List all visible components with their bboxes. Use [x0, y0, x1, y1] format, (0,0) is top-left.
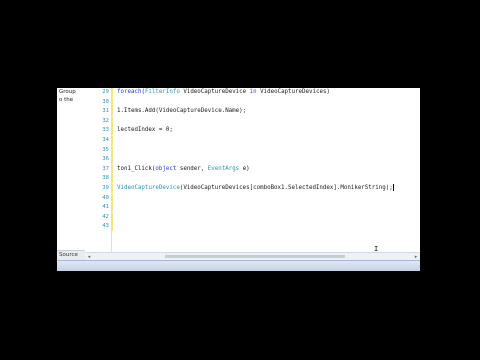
- change-marker: [111, 126, 113, 136]
- line-number: 33: [102, 127, 109, 134]
- code-token: VideoCaptureDevices): [256, 89, 330, 95]
- change-marker: [111, 193, 113, 203]
- line-number: 30: [102, 98, 109, 105]
- status-bar: [57, 260, 420, 271]
- code-line[interactable]: 36: [85, 155, 420, 165]
- code-line[interactable]: 42: [85, 212, 420, 222]
- change-marker: [111, 164, 113, 174]
- screen: Group o the Source 29 foreach(FilterInfo …: [57, 0, 420, 360]
- code-line[interactable]: 38: [85, 174, 420, 184]
- change-marker: [111, 116, 113, 126]
- text-caret: [392, 184, 394, 191]
- code-text: ton1_Click(object sender, EventArgs e): [117, 165, 250, 174]
- line-number: 32: [102, 117, 109, 124]
- code-line[interactable]: 40: [85, 193, 420, 203]
- change-marker: [111, 145, 113, 155]
- code-line[interactable]: 34: [85, 136, 420, 145]
- code-token: ton1_Click(: [117, 165, 156, 172]
- change-marker: [111, 97, 113, 107]
- code-token: e): [239, 165, 250, 172]
- code-token: FilterInfo: [144, 89, 180, 95]
- code-token: sender,: [176, 165, 208, 172]
- change-marker: [111, 203, 113, 213]
- panel-bottom-tab[interactable]: Source: [57, 250, 85, 260]
- change-marker: [111, 155, 113, 165]
- code-line[interactable]: 41: [85, 203, 420, 213]
- scrollbar-thumb[interactable]: [165, 255, 345, 258]
- code-token: EventArgs: [207, 165, 240, 172]
- line-number: 31: [102, 108, 109, 115]
- change-marker: [111, 88, 113, 97]
- change-marker: [111, 222, 113, 232]
- code-editor[interactable]: 29 foreach(FilterInfo VideoCaptureDevice …: [85, 88, 420, 252]
- line-number: 29: [102, 89, 109, 95]
- code-token: 1.Items.Add(VideoCaptureDevice.Name);: [117, 108, 247, 115]
- code-token: object: [155, 165, 177, 172]
- code-token: VideoCaptureDevice: [179, 89, 250, 95]
- panel-tab-label: Source: [59, 252, 78, 258]
- code-line[interactable]: 30: [85, 97, 420, 107]
- line-number: 39: [102, 185, 109, 191]
- change-marker: [111, 174, 113, 184]
- line-number: 43: [102, 223, 109, 230]
- line-number: 41: [102, 204, 109, 211]
- code-text: 1.Items.Add(VideoCaptureDevice.Name);: [117, 107, 246, 116]
- line-number: 40: [102, 194, 109, 201]
- panel-text-2: o the: [59, 97, 74, 103]
- line-number: 36: [102, 156, 109, 163]
- code-token: foreach: [117, 89, 142, 95]
- line-number: 38: [102, 175, 109, 182]
- code-line[interactable]: 37 ton1_Click(object sender, EventArgs e): [85, 164, 420, 174]
- code-line[interactable]: 35: [85, 145, 420, 155]
- change-marker: [111, 107, 113, 117]
- code-line[interactable]: 32: [85, 116, 420, 126]
- code-token: (VideoCaptureDevices[comboBox1.SelectedI…: [179, 185, 393, 191]
- change-marker: [111, 136, 113, 145]
- change-marker: [111, 184, 113, 193]
- code-text: lectedIndex = 0;: [117, 126, 173, 135]
- code-token: lectedIndex = 0;: [117, 127, 173, 134]
- code-line[interactable]: 29 foreach(FilterInfo VideoCaptureDevice …: [85, 88, 420, 97]
- change-marker: [111, 212, 113, 222]
- panel-text-1: Group: [59, 89, 76, 95]
- code-text: VideoCaptureDevice(VideoCaptureDevices[c…: [117, 184, 394, 193]
- line-number: 34: [102, 137, 109, 143]
- code-token: in: [249, 89, 257, 95]
- code-line[interactable]: 31 1.Items.Add(VideoCaptureDevice.Name);: [85, 107, 420, 117]
- line-number: 37: [102, 165, 109, 172]
- code-line[interactable]: 33 lectedIndex = 0;: [85, 126, 420, 136]
- code-text: foreach(FilterInfo VideoCaptureDevice in…: [117, 88, 330, 97]
- code-line[interactable]: 43: [85, 222, 420, 232]
- solution-panel: Group o the Source: [57, 88, 86, 260]
- line-number: 35: [102, 146, 109, 153]
- line-number: 42: [102, 213, 109, 220]
- code-line[interactable]: 39 VideoCaptureDevice(VideoCaptureDevices…: [85, 184, 420, 193]
- code-token: VideoCaptureDevice: [117, 185, 180, 191]
- text-cursor-icon: I: [374, 245, 379, 253]
